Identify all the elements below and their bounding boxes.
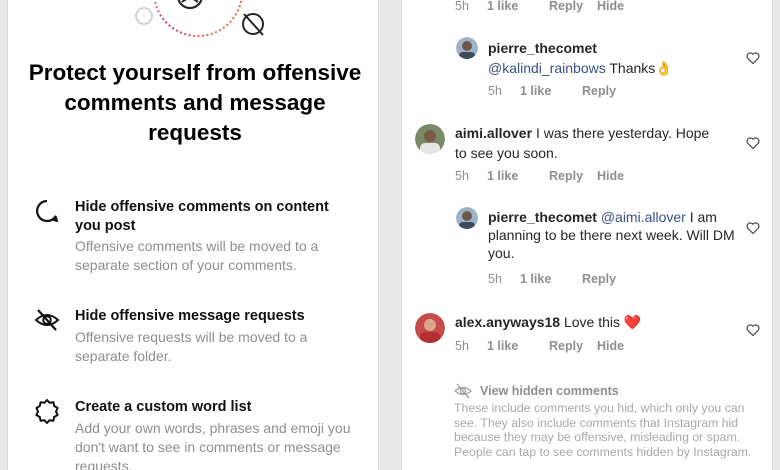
like-count[interactable]: 1 like — [520, 84, 582, 98]
heart-icon[interactable] — [746, 221, 760, 235]
hide-button[interactable]: Hide — [597, 0, 624, 13]
hidden-comments-section: View hidden comments These include comme… — [454, 382, 764, 459]
feature-description: Offensive requests will be moved to a se… — [75, 329, 308, 364]
avatar[interactable] — [415, 124, 445, 154]
like-count[interactable]: 1 like — [520, 272, 582, 286]
reply-button[interactable]: Reply — [549, 0, 597, 13]
reply-button[interactable]: Reply — [549, 339, 597, 353]
like-count[interactable]: 1 like — [487, 339, 549, 353]
comment-meta: 5h 1 like Reply Hide — [455, 0, 624, 13]
reply-button[interactable]: Reply — [549, 169, 597, 183]
comment-time: 5h — [455, 169, 469, 183]
comment-mention[interactable]: @aimi.allover — [601, 209, 686, 225]
like-count[interactable]: 1 like — [487, 0, 549, 13]
comment-bubble-icon — [36, 199, 59, 223]
eye-slash-icon — [454, 383, 472, 399]
feature-description: Offensive comments will be moved to a se… — [75, 238, 319, 273]
comment-slash-icon — [242, 13, 264, 36]
feature-title: Hide offensive comments on content you p… — [75, 199, 329, 234]
gear-icon — [35, 399, 59, 424]
view-hidden-comments-label: View hidden comments — [480, 384, 619, 398]
comment-meta: 5h 1 like Reply — [488, 272, 630, 286]
comment-text: alex.anyways18 Love this ❤️ — [455, 312, 715, 332]
avatar[interactable] — [415, 313, 445, 343]
comment-meta: 5h 1 like Reply — [488, 84, 630, 98]
heart-icon[interactable] — [746, 323, 760, 337]
eye-slash-icon — [34, 309, 60, 331]
comment-time: 5h — [455, 339, 469, 353]
feature-title: Hide offensive message requests — [75, 308, 305, 324]
page-title: Protect yourself from offensive comments… — [28, 60, 362, 145]
comment-username[interactable]: alex.anyways18 — [455, 314, 560, 330]
reply-button[interactable]: Reply — [582, 272, 630, 286]
comments-panel: 5h 1 like Reply Hide pierre_thecomet @ka… — [401, 0, 773, 470]
hidden-comments-description: These include comments you hid, which on… — [454, 401, 752, 459]
comment-text: aimi.allover I was there yesterday. Hope… — [455, 123, 715, 163]
heart-icon[interactable] — [746, 51, 760, 65]
like-count[interactable]: 1 like — [487, 169, 549, 183]
feature-description: Add your own words, phrases and emoji yo… — [75, 420, 351, 470]
hide-button[interactable]: Hide — [597, 339, 624, 353]
protection-info-panel: Protect yourself from offensive comments… — [7, 0, 379, 470]
hidden-words-illustration — [135, 0, 264, 37]
comment-meta: 5h 1 like Reply Hide — [455, 169, 624, 183]
feature-title: Create a custom word list — [75, 399, 252, 415]
comment-meta: 5h 1 like Reply Hide — [455, 339, 624, 353]
reply-button[interactable]: Reply — [582, 84, 630, 98]
comment-mention[interactable]: @kalindi_rainbows — [488, 60, 606, 76]
comment-body: Love this ❤️ — [563, 314, 642, 330]
comment-text: pierre_thecomet @kalindi_rainbows Thanks… — [488, 38, 738, 78]
comment-username[interactable]: pierre_thecomet — [488, 40, 597, 56]
comment-time: 5h — [455, 0, 469, 13]
comment-username[interactable]: pierre_thecomet — [488, 209, 597, 225]
avatar[interactable] — [456, 37, 478, 59]
heart-icon[interactable] — [746, 136, 760, 150]
comment-body: Thanks👌 — [609, 60, 673, 76]
view-hidden-comments-button[interactable]: View hidden comments — [454, 382, 764, 400]
comment-time: 5h — [488, 272, 502, 286]
comment-username[interactable]: aimi.allover — [455, 125, 532, 141]
avatar[interactable] — [456, 207, 478, 229]
comment-time: 5h — [488, 84, 502, 98]
comment-text: pierre_thecomet @aimi.allover I am plann… — [488, 208, 738, 262]
hide-button[interactable]: Hide — [597, 169, 624, 183]
